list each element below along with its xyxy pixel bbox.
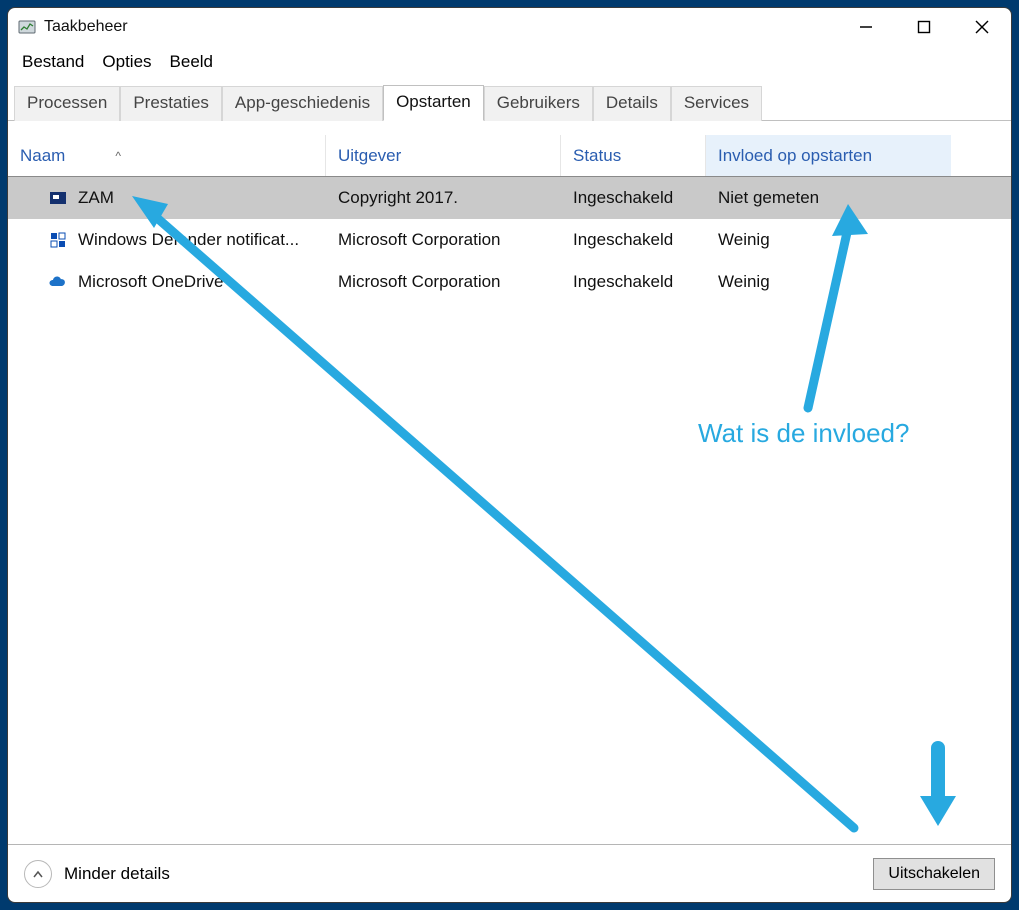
shield-icon bbox=[48, 230, 68, 250]
disable-button[interactable]: Uitschakelen bbox=[873, 858, 995, 890]
row-status: Ingeschakeld bbox=[561, 188, 706, 208]
menu-file[interactable]: Bestand bbox=[16, 48, 94, 76]
header-impact[interactable]: Invloed op opstarten bbox=[706, 135, 951, 176]
row-publisher: Copyright 2017. bbox=[326, 188, 561, 208]
tabstrip: Processen Prestaties App-geschiedenis Op… bbox=[8, 78, 1011, 121]
tab-services[interactable]: Services bbox=[671, 86, 762, 121]
menu-view[interactable]: Beeld bbox=[164, 48, 223, 76]
zam-icon bbox=[48, 188, 68, 208]
close-button[interactable] bbox=[953, 8, 1011, 46]
row-name: Windows Defender notificat... bbox=[78, 230, 299, 250]
row-status: Ingeschakeld bbox=[561, 230, 706, 250]
table-row[interactable]: Microsoft OneDrive Microsoft Corporation… bbox=[8, 261, 1011, 303]
fewer-details-toggle[interactable] bbox=[24, 860, 52, 888]
header-name-label: Naam bbox=[20, 146, 65, 166]
header-status[interactable]: Status bbox=[561, 135, 706, 176]
row-publisher: Microsoft Corporation bbox=[326, 230, 561, 250]
row-impact: Weinig bbox=[706, 230, 951, 250]
column-headers: Naam ^ Uitgever Status Invloed op opstar… bbox=[8, 135, 1011, 177]
tab-startup[interactable]: Opstarten bbox=[383, 85, 484, 121]
window-title: Taakbeheer bbox=[44, 18, 128, 36]
header-name[interactable]: Naam ^ bbox=[8, 135, 326, 176]
footer: Minder details Uitschakelen bbox=[8, 844, 1011, 902]
fewer-details-label[interactable]: Minder details bbox=[64, 864, 170, 884]
minimize-button[interactable] bbox=[837, 8, 895, 46]
menubar: Bestand Opties Beeld bbox=[8, 46, 1011, 78]
tab-apphistory[interactable]: App-geschiedenis bbox=[222, 86, 383, 121]
tab-users[interactable]: Gebruikers bbox=[484, 86, 593, 121]
row-publisher: Microsoft Corporation bbox=[326, 272, 561, 292]
table-row[interactable]: ZAM Copyright 2017. Ingeschakeld Niet ge… bbox=[8, 177, 1011, 219]
header-publisher-label: Uitgever bbox=[338, 146, 401, 166]
row-name: ZAM bbox=[78, 188, 114, 208]
tab-performance[interactable]: Prestaties bbox=[120, 86, 222, 121]
header-publisher[interactable]: Uitgever bbox=[326, 135, 561, 176]
header-impact-label: Invloed op opstarten bbox=[718, 146, 872, 166]
chevron-up-icon bbox=[32, 868, 44, 880]
row-status: Ingeschakeld bbox=[561, 272, 706, 292]
onedrive-icon bbox=[48, 272, 68, 292]
tab-details[interactable]: Details bbox=[593, 86, 671, 121]
table-row[interactable]: Windows Defender notificat... Microsoft … bbox=[8, 219, 1011, 261]
header-status-label: Status bbox=[573, 146, 621, 166]
annotation-text: Wat is de invloed? bbox=[698, 418, 909, 449]
menu-options[interactable]: Opties bbox=[96, 48, 161, 76]
row-impact: Niet gemeten bbox=[706, 188, 951, 208]
window-controls bbox=[837, 8, 1011, 46]
tab-processes[interactable]: Processen bbox=[14, 86, 120, 121]
row-impact: Weinig bbox=[706, 272, 951, 292]
task-manager-window: Taakbeheer Bestand Opties Beeld Processe… bbox=[7, 7, 1012, 903]
taskmanager-icon bbox=[18, 18, 36, 36]
sort-asc-icon: ^ bbox=[115, 149, 121, 163]
startup-list: ZAM Copyright 2017. Ingeschakeld Niet ge… bbox=[8, 177, 1011, 844]
titlebar: Taakbeheer bbox=[8, 8, 1011, 46]
maximize-button[interactable] bbox=[895, 8, 953, 46]
row-name: Microsoft OneDrive bbox=[78, 272, 223, 292]
